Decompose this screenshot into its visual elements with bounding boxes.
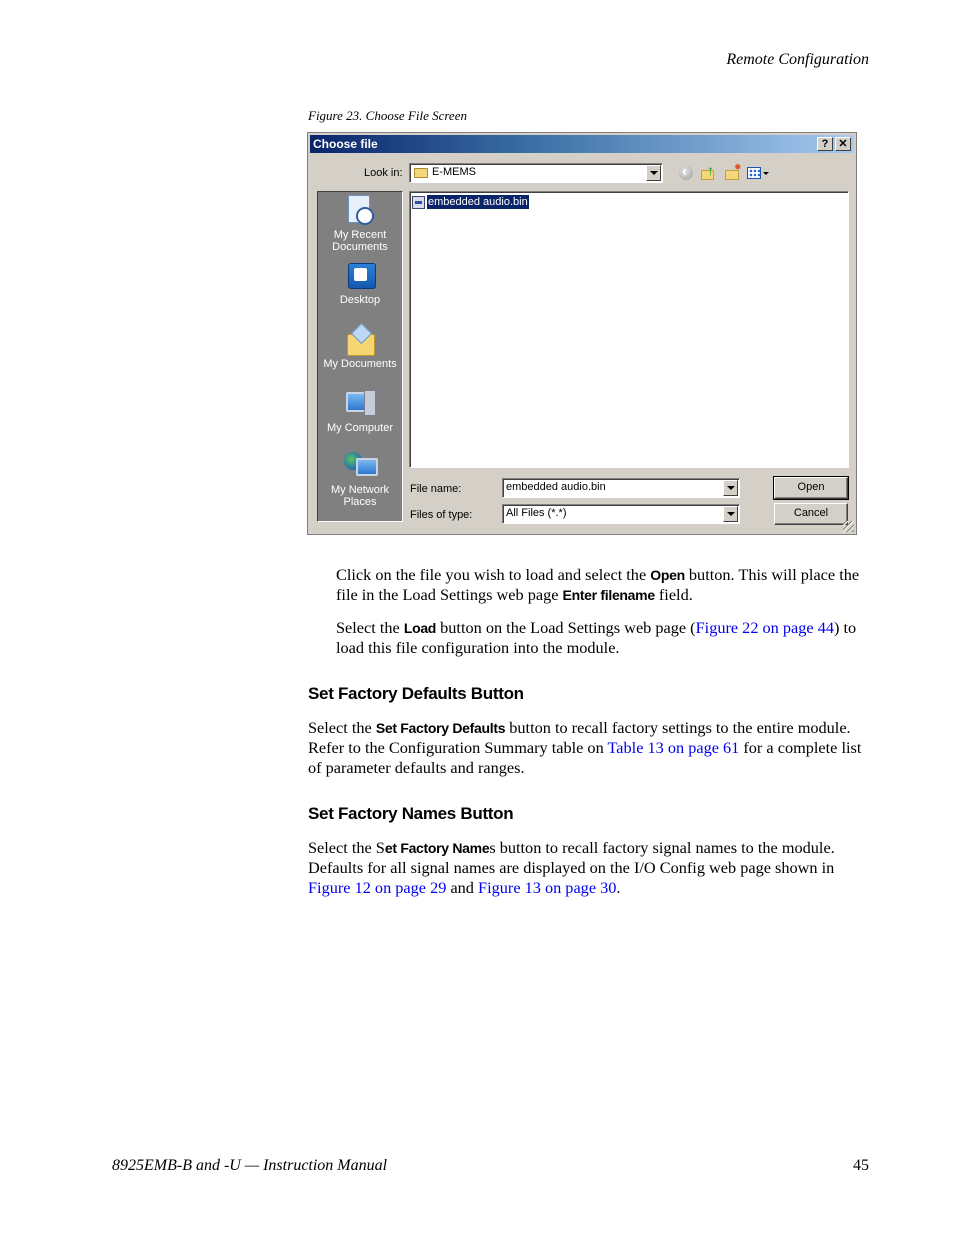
text: and (446, 878, 479, 897)
places-bar: My Recent Documents Desktop My Documents… (317, 191, 403, 522)
paragraph-open-instructions: Click on the file you wish to load and s… (336, 565, 876, 605)
ui-term: Load (403, 620, 437, 636)
dialog-titlebar[interactable]: Choose file ? ✕ (310, 135, 854, 153)
desktop-icon (344, 260, 376, 292)
look-in-dropdown[interactable]: E-MEMS (409, 163, 663, 183)
text: . (616, 878, 621, 897)
figure-22-link[interactable]: Figure 22 on page 44 (696, 618, 834, 637)
place-label: My Recent Documents (332, 229, 388, 253)
footer-manual-title: 8925EMB-B and -U — Instruction Manual (112, 1157, 388, 1174)
file-name-value: embedded audio.bin (506, 481, 606, 493)
choose-file-dialog: Choose file ? ✕ Look in: E-MEMS My Recen… (307, 132, 857, 535)
dialog-title: Choose file (313, 137, 378, 151)
place-my-recent-documents[interactable]: My Recent Documents (318, 195, 402, 253)
paragraph-factory-names: Select the Set Factory Names button to r… (308, 838, 878, 898)
ui-term: Set Factory Defaults (375, 720, 506, 736)
close-button[interactable]: ✕ (835, 137, 851, 151)
section-heading-factory-names: Set Factory Names Button (308, 804, 514, 823)
figure-12-link[interactable]: Figure 12 on page 29 (308, 878, 446, 897)
figure-caption: Figure 23. Choose File Screen (308, 108, 467, 123)
text: Select the S (308, 838, 385, 857)
text: Select the (308, 718, 376, 737)
network-places-icon (344, 450, 378, 482)
file-name-label: File name: (410, 483, 462, 495)
chevron-down-icon[interactable] (723, 480, 738, 496)
section-heading-factory-defaults: Set Factory Defaults Button (308, 684, 524, 703)
open-button[interactable]: Open (773, 476, 849, 500)
file-name: embedded audio.bin (427, 195, 529, 209)
views-menu-icon[interactable] (746, 165, 770, 181)
text: field. (654, 585, 693, 604)
text: Click on the file you wish to load and s… (336, 565, 651, 584)
help-button[interactable]: ? (817, 137, 833, 151)
place-label: My Network Places (330, 484, 390, 508)
table-13-link[interactable]: Table 13 on page 61 (608, 738, 740, 757)
my-documents-icon (344, 324, 376, 356)
back-icon[interactable] (677, 163, 695, 181)
place-my-network-places[interactable]: My Network Places (318, 450, 402, 508)
text: Select the (336, 618, 404, 637)
resize-grip-icon[interactable] (843, 521, 854, 532)
place-label: Desktop (339, 294, 381, 306)
files-of-type-label: Files of type: (410, 509, 473, 521)
figure-13-link[interactable]: Figure 13 on page 30 (478, 878, 616, 897)
new-folder-icon[interactable] (724, 162, 742, 181)
files-of-type-select[interactable]: All Files (*.*) (502, 504, 740, 524)
place-my-documents[interactable]: My Documents (318, 324, 402, 370)
recent-documents-icon (344, 195, 376, 227)
files-of-type-value: All Files (*.*) (506, 507, 567, 519)
running-head: Remote Configuration (726, 51, 869, 68)
look-in-value: E-MEMS (432, 166, 476, 178)
up-folder-icon[interactable] (700, 162, 718, 181)
place-my-computer[interactable]: My Computer (318, 388, 402, 434)
place-desktop[interactable]: Desktop (318, 260, 402, 306)
paragraph-factory-defaults: Select the Set Factory Defaults button t… (308, 718, 878, 778)
ui-term: Enter filename (562, 587, 656, 603)
ui-term: Open (650, 567, 685, 583)
ui-term: et Factory Name (384, 840, 490, 856)
look-in-label: Look in: (364, 167, 403, 179)
text: button on the Load Settings web page ( (436, 618, 696, 637)
paragraph-load-instructions: Select the Load button on the Load Setti… (336, 618, 876, 658)
place-label: My Documents (323, 358, 397, 370)
binary-file-icon (412, 195, 425, 209)
file-name-input[interactable]: embedded audio.bin (502, 478, 740, 498)
chevron-down-icon[interactable] (723, 506, 738, 522)
folder-icon (414, 168, 428, 178)
file-item[interactable]: embedded audio.bin (412, 194, 529, 210)
place-label: My Computer (326, 422, 394, 434)
my-computer-icon (344, 388, 376, 420)
cancel-button[interactable]: Cancel (774, 503, 848, 525)
chevron-down-icon[interactable] (646, 165, 661, 181)
page-number: 45 (853, 1157, 869, 1174)
file-list[interactable]: embedded audio.bin (409, 191, 849, 468)
